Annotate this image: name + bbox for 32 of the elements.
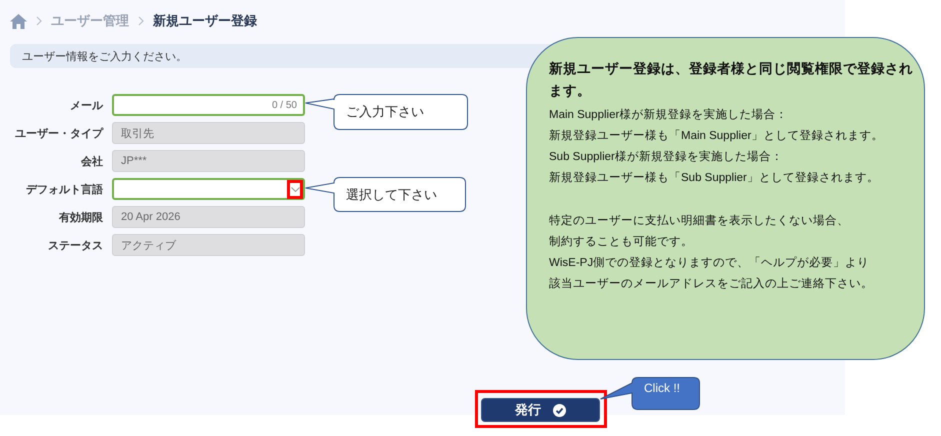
note-text: 該当ユーザーのメールアドレスをご記入の上ご連絡下さい。: [549, 276, 874, 292]
field-label: 会社: [80, 154, 103, 168]
field-label: デフォルト言語: [25, 182, 103, 196]
note-text: WisE-PJ側での登録となりますので、「ヘルプが必要」より: [549, 255, 870, 271]
field-label: ステータス: [47, 238, 103, 252]
field-value: 20 Apr 2026: [121, 211, 180, 223]
note-text: Main Supplier様が新規登録を実施した場合：: [549, 107, 788, 123]
check-circle-icon: [553, 404, 566, 416]
callout-text: 選択して下さい: [346, 187, 437, 202]
note-text: Sub Supplier様が新規登録を実施した場合：: [549, 149, 784, 165]
note-text: 制約することも可能です。: [549, 234, 694, 250]
character-counter: 0 / 50: [272, 100, 297, 110]
chevron-icon: [36, 16, 42, 26]
field-label: メール: [69, 98, 103, 112]
caret-icon[interactable]: [290, 186, 300, 192]
breadcrumb-current: 新規ユーザー登録: [153, 12, 257, 30]
note-text: 特定のユーザーに支払い明細書を表示したくない場合、: [549, 214, 850, 229]
issue-button[interactable]: 発行: [481, 398, 600, 422]
field-value: 取引先: [121, 126, 154, 140]
chevron-icon: [138, 16, 144, 26]
note-text: 新規登録ユーザー様も「Main Supplier」として登録されます。: [549, 128, 884, 144]
home-icon[interactable]: [10, 14, 27, 28]
dropdown-field[interactable]: [112, 178, 305, 200]
field-label: ユーザー・タイプ: [14, 126, 103, 140]
field-value: アクティブ: [121, 238, 176, 252]
field-label: 有効期限: [58, 210, 103, 224]
note-text: 新規登録ユーザー様も「Sub Supplier」として登録されます。: [549, 170, 880, 186]
callout-text: Click !!: [644, 381, 680, 396]
field-value: JP***: [121, 155, 147, 167]
breadcrumb-link[interactable]: ユーザー管理: [51, 12, 129, 30]
input-field[interactable]: 0 / 50: [112, 94, 305, 116]
callout-text: ご入力下さい: [346, 104, 424, 119]
